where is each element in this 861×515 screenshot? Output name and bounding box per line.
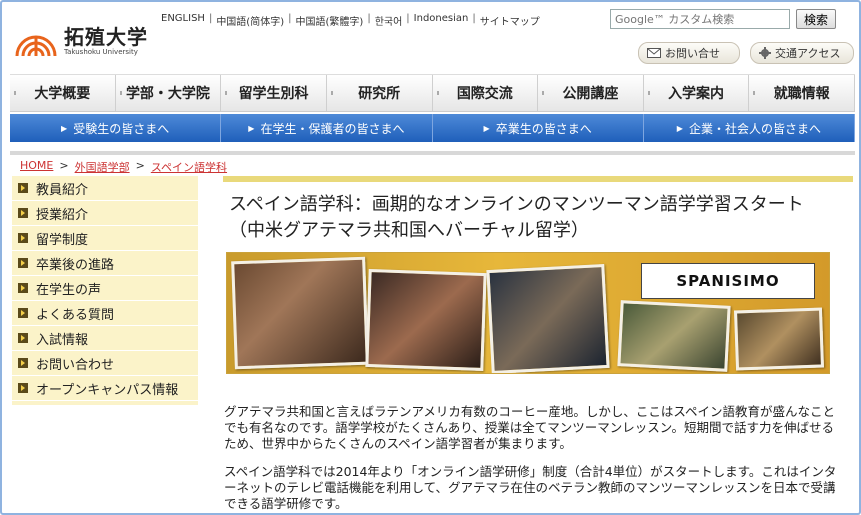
breadcrumb-separator: > (135, 159, 145, 172)
sidebar-item-label: 卒業後の進路 (36, 257, 115, 273)
content-header-bar (223, 176, 853, 182)
sidebar-footer (12, 401, 198, 405)
outdoor-photo (733, 307, 825, 371)
breadcrumb: HOME > 外国語学部 > スペイン語学科 (20, 159, 227, 175)
search-button[interactable]: 検索 (796, 9, 836, 29)
bullet-arrow-icon (18, 333, 28, 343)
group-photo (231, 256, 369, 370)
lang-link-chinese-simplified[interactable]: 中国語(简体字) (212, 13, 288, 28)
logo-subtitle: Takushoku University (64, 48, 138, 56)
sidebar-item-label: よくある質問 (36, 307, 115, 323)
subnav-label: 受験生の皆さまへ (73, 121, 170, 136)
logo-name: 拓殖大学 (64, 25, 148, 49)
subnav-companies[interactable]: ▶ 企業・社会人の皆さまへ (644, 114, 855, 142)
lesson-photo (365, 268, 487, 372)
nav-item-institutes[interactable]: 研究所 (327, 75, 433, 111)
intro-paragraph: グアテマラ共和国と言えばラテンアメリカ有数のコーヒー産地。しかし、ここはスペイン… (224, 404, 836, 451)
breadcrumb-separator: > (59, 159, 69, 172)
sitemap-link[interactable]: サイトマップ (476, 13, 544, 28)
bullet-arrow-icon (18, 233, 28, 243)
sidebar-item-admissions[interactable]: 入試情報 (12, 326, 198, 351)
sidebar-item-contact[interactable]: お問い合わせ (12, 351, 198, 376)
bullet-arrow-icon (18, 383, 28, 393)
nav-item-careers[interactable]: 就職情報 (749, 75, 855, 111)
main-navigation: 大学概要 学部・大学院 留学生別科 研究所 国際交流 公開講座 入学案内 就職情… (10, 74, 855, 112)
sidebar-item-label: 在学生の声 (36, 282, 102, 298)
access-button[interactable]: 交通アクセス (750, 42, 854, 64)
bullet-arrow-icon (18, 183, 28, 193)
nav-item-faculties[interactable]: 学部・大学院 (116, 75, 222, 111)
sidebar-item-label: 留学制度 (36, 232, 89, 248)
bullet-arrow-icon (18, 208, 28, 218)
subnav-alumni[interactable]: ▶ 卒業生の皆さまへ (433, 114, 644, 142)
contact-button[interactable]: お問い合せ (638, 42, 740, 64)
spanisimo-logo: SPANISIMO (641, 263, 815, 299)
subnav-label: 卒業生の皆さまへ (495, 121, 592, 136)
browser-frame: 拓殖大学 Takushoku University ENGLISH | 中国語(简… (0, 0, 861, 515)
breadcrumb-home[interactable]: HOME (20, 159, 53, 175)
page-title: スペイン語学科：画期的なオンラインのマンツーマン語学学習スタート（中米グアテマラ… (229, 194, 804, 241)
classroom-photo (617, 300, 731, 372)
program-paragraph: スペイン語学科では2014年より「オンライン語学研修」制度（合計4単位）がスター… (224, 464, 837, 511)
student-photo (486, 263, 610, 373)
lang-link-english[interactable]: ENGLISH (157, 13, 209, 28)
audience-navigation: ▶ 受験生の皆さまへ ▶ 在学生・保護者の皆さまへ ▶ 卒業生の皆さまへ ▶ 企業・社会… (10, 114, 855, 142)
lang-link-korean[interactable]: 한국어 (371, 13, 407, 28)
bullet-arrow-icon (18, 358, 28, 368)
triangle-right-icon: ▶ (61, 123, 68, 133)
subnav-label: 在学生・保護者の皆さまへ (260, 121, 405, 136)
sidebar-item-career-paths[interactable]: 卒業後の進路 (12, 251, 198, 276)
access-label: 交通アクセス (775, 47, 841, 60)
subnav-prospective-students[interactable]: ▶ 受験生の皆さまへ (10, 114, 222, 142)
search-input[interactable] (610, 9, 790, 29)
breadcrumb-faculty[interactable]: 外国語学部 (75, 159, 130, 175)
nav-item-public-lectures[interactable]: 公開講座 (538, 75, 644, 111)
sidebar-item-faq[interactable]: よくある質問 (12, 301, 198, 326)
bullet-arrow-icon (18, 283, 28, 293)
envelope-icon (647, 48, 661, 58)
triangle-right-icon: ▶ (676, 123, 683, 133)
sidebar-item-open-campus[interactable]: オープンキャンパス情報 (12, 376, 198, 401)
spanisimo-banner-image: SPANISIMO (226, 252, 830, 374)
sidebar-item-label: お問い合わせ (36, 357, 115, 373)
bullet-arrow-icon (18, 308, 28, 318)
lang-link-indonesian[interactable]: Indonesian (410, 13, 473, 28)
search-box: 検索 (610, 9, 836, 29)
breadcrumb-department[interactable]: スペイン語学科 (151, 159, 227, 175)
language-bar: ENGLISH | 中国語(简体字) | 中国語(繁體字) | 한국어 | Indone… (157, 13, 544, 28)
lang-link-chinese-traditional[interactable]: 中国語(繁體字) (292, 13, 368, 28)
triangle-right-icon: ▶ (248, 123, 255, 133)
sidebar-item-label: 教員紹介 (36, 182, 89, 198)
bullet-arrow-icon (18, 258, 28, 268)
nav-item-intl-students-course[interactable]: 留学生別科 (221, 75, 327, 111)
nav-item-admissions[interactable]: 入学案内 (644, 75, 750, 111)
subnav-label: 企業・社会人の皆さまへ (688, 121, 821, 136)
logo-emblem-icon (14, 26, 58, 57)
contact-label: お問い合せ (665, 47, 720, 60)
nav-item-overview[interactable]: 大学概要 (10, 75, 116, 111)
sidebar-item-student-voices[interactable]: 在学生の声 (12, 276, 198, 301)
sidebar-item-classes[interactable]: 授業紹介 (12, 201, 198, 226)
sidebar-item-faculty-members[interactable]: 教員紹介 (12, 176, 198, 201)
nav-item-intl-exchange[interactable]: 国際交流 (433, 75, 539, 111)
sidebar-item-label: 入試情報 (36, 332, 89, 348)
subnav-students-parents[interactable]: ▶ 在学生・保護者の皆さまへ (221, 114, 433, 142)
sidebar-item-label: 授業紹介 (36, 207, 89, 223)
sidebar-item-label: オープンキャンパス情報 (36, 382, 179, 398)
divider (10, 151, 855, 155)
university-logo[interactable]: 拓殖大学 Takushoku University (14, 26, 148, 57)
sidebar-menu: 教員紹介 授業紹介 留学制度 卒業後の進路 在学生の声 よくある質問 入試情報 … (12, 176, 198, 405)
gear-icon (759, 47, 771, 59)
triangle-right-icon: ▶ (483, 123, 490, 133)
sidebar-item-study-abroad[interactable]: 留学制度 (12, 226, 198, 251)
